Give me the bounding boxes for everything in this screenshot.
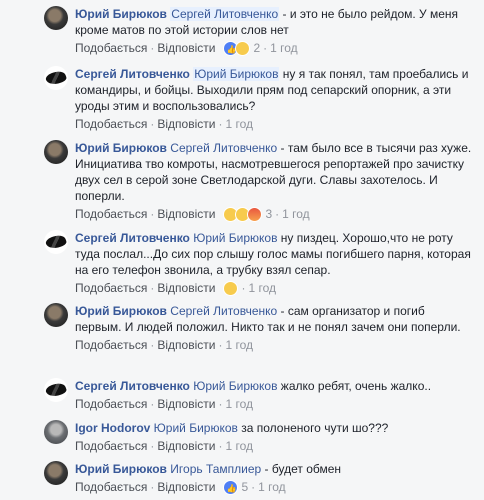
comment-body: Сергей Литовченко Юрий Бирюков ну я так … [75, 66, 474, 114]
comment: Юрий Бирюков Сергей Литовченко - там был… [44, 140, 474, 222]
reactions[interactable]: 5 [223, 479, 249, 497]
like-link[interactable]: Подобається [75, 479, 147, 495]
like-link[interactable]: Подобається [75, 116, 147, 132]
author-name[interactable]: Сергей Литовченко [75, 379, 190, 393]
comment-actions: Подобається · Відповісти · 1 год [75, 280, 276, 296]
reply-link[interactable]: Відповісти [157, 280, 215, 296]
comment-actions: Подобається · Відповісти 5 · 1 год [75, 479, 474, 497]
avatar[interactable] [44, 66, 68, 90]
timestamp[interactable]: 1 год [282, 206, 310, 222]
like-link[interactable]: Подобається [75, 396, 147, 412]
mention-tag[interactable]: Сергей Литовченко [170, 304, 277, 318]
comment-content: Юрий Бирюков Сергей Литовченко - там был… [75, 140, 474, 222]
comment-content: Сергей Литовченко Юрий Бирюков ну я так … [75, 66, 474, 132]
like-link[interactable]: Подобається [75, 337, 147, 353]
avatar[interactable] [44, 303, 68, 327]
reaction-count: 2 [253, 41, 261, 55]
sad-reaction-icon [223, 280, 239, 296]
like-link[interactable]: Подобається [75, 438, 147, 454]
comment-text: за полоненого чути шо??? [237, 421, 389, 435]
reply-link[interactable]: Відповісти [157, 438, 215, 454]
mention-tag[interactable]: Юрий Бирюков [193, 379, 277, 393]
reactions[interactable]: 3 [223, 206, 272, 222]
comment-body: Юрий Бирюков Сергей Литовченко - там был… [75, 140, 474, 204]
avatar[interactable] [44, 230, 68, 254]
reaction-count: 3 [265, 207, 273, 221]
comment-text: жалко ребят, очень жалко.. [277, 379, 432, 393]
comment-body: Сергей Литовченко Юрий Бирюков жалко реб… [75, 378, 474, 394]
avatar[interactable] [44, 420, 68, 444]
like-link[interactable]: Подобається [75, 40, 147, 56]
comment-content: Юрий Бирюков Игорь Тамплиер - будет обме… [75, 461, 474, 497]
avatar[interactable] [44, 378, 68, 402]
like-link[interactable]: Подобається [75, 206, 147, 222]
comment: Юрий Бирюков Сергей Литовченко - и это н… [44, 6, 474, 58]
author-name[interactable]: Igor Hodorov [75, 421, 150, 435]
mention-tag[interactable]: Юрий Бирюков [193, 67, 280, 81]
author-name[interactable]: Юрий Бирюков [75, 7, 167, 21]
comment-content: Igor Hodorov Юрий Бирюков за полоненого … [75, 420, 474, 454]
comment-actions: Подобається · Відповісти 3 · 1 год [75, 206, 310, 222]
comment-actions: Подобається · Відповісти · 1 год [75, 337, 253, 353]
author-name[interactable]: Юрий Бирюков [75, 141, 167, 155]
comment: Юрий Бирюков Сергей Литовченко - сам орг… [44, 303, 474, 353]
reply-link[interactable]: Відповісти [157, 479, 215, 495]
author-name[interactable]: Сергей Литовченко [75, 231, 190, 245]
timestamp[interactable]: 1 год [258, 479, 286, 495]
reply-link[interactable]: Відповісти [157, 40, 215, 56]
reply-link[interactable]: Відповісти [157, 116, 215, 132]
author-name[interactable]: Юрий Бирюков [75, 304, 167, 318]
mention-tag[interactable]: Игорь Тамплиер [170, 462, 261, 476]
avatar[interactable] [44, 6, 68, 30]
reply-link[interactable]: Відповісти [157, 396, 215, 412]
reaction-count: 5 [241, 480, 249, 494]
mention-tag[interactable]: Сергей Литовченко [170, 141, 277, 155]
comment-text: - будет обмен [261, 462, 342, 476]
reply-link[interactable]: Відповісти [157, 337, 215, 353]
timestamp[interactable]: 1 год [225, 396, 253, 412]
comment-body: Юрий Бирюков Игорь Тамплиер - будет обме… [75, 461, 474, 477]
comment-content: Сергей Литовченко Юрий Бирюков ну пиздец… [75, 230, 474, 296]
timestamp[interactable]: 1 год [248, 280, 276, 296]
comment-body: Igor Hodorov Юрий Бирюков за полоненого … [75, 420, 474, 436]
timestamp[interactable]: 1 год [225, 337, 253, 353]
comment: Сергей Литовченко Юрий Бирюков ну пиздец… [44, 230, 474, 296]
timestamp[interactable]: 1 год [225, 438, 253, 454]
like-link[interactable]: Подобається [75, 280, 147, 296]
comment: Юрий Бирюков Игорь Тамплиер - будет обме… [44, 461, 474, 497]
comment-actions: Подобається · Відповісти · 1 год [75, 438, 253, 454]
avatar[interactable] [44, 140, 68, 164]
author-name[interactable]: Сергей Литовченко [75, 67, 190, 81]
timestamp[interactable]: 1 год [270, 40, 298, 56]
comment-actions: Подобається · Відповісти 2 · 1 год [75, 40, 474, 58]
mention-tag[interactable]: Юрий Бирюков [193, 231, 277, 245]
like-reaction-icon [223, 479, 239, 497]
comment-content: Юрий Бирюков Сергей Литовченко - и это н… [75, 6, 474, 58]
angry-reaction-icon [247, 206, 263, 222]
mention-tag[interactable]: Юрий Бирюков [154, 421, 238, 435]
reactions[interactable]: 2 [223, 40, 261, 58]
mention-tag[interactable]: Сергей Литовченко [170, 7, 280, 21]
comment-actions: Подобається · Відповісти · 1 год [75, 396, 253, 412]
reply-link[interactable]: Відповісти [157, 206, 215, 222]
comment: Сергей Литовченко Юрий Бирюков ну я так … [44, 66, 474, 132]
comment-content: Юрий Бирюков Сергей Литовченко - сам орг… [75, 303, 474, 353]
timestamp[interactable]: 1 год [225, 116, 253, 132]
sad-reaction-icon [235, 40, 251, 56]
comment-thread: Юрий Бирюков Сергей Литовченко - и это н… [0, 0, 484, 500]
comment-actions: Подобається · Відповісти · 1 год [75, 116, 253, 132]
author-name[interactable]: Юрий Бирюков [75, 462, 167, 476]
comment-body: Юрий Бирюков Сергей Литовченко - сам орг… [75, 303, 474, 335]
comment-content: Сергей Литовченко Юрий Бирюков жалко реб… [75, 378, 474, 412]
comment-body: Юрий Бирюков Сергей Литовченко - и это н… [75, 6, 474, 38]
comment: Сергей Литовченко Юрий Бирюков жалко реб… [44, 378, 474, 412]
avatar[interactable] [44, 461, 68, 485]
comment: Igor Hodorov Юрий Бирюков за полоненого … [44, 420, 474, 454]
reactions[interactable] [223, 280, 239, 296]
comment-body: Сергей Литовченко Юрий Бирюков ну пиздец… [75, 230, 474, 278]
